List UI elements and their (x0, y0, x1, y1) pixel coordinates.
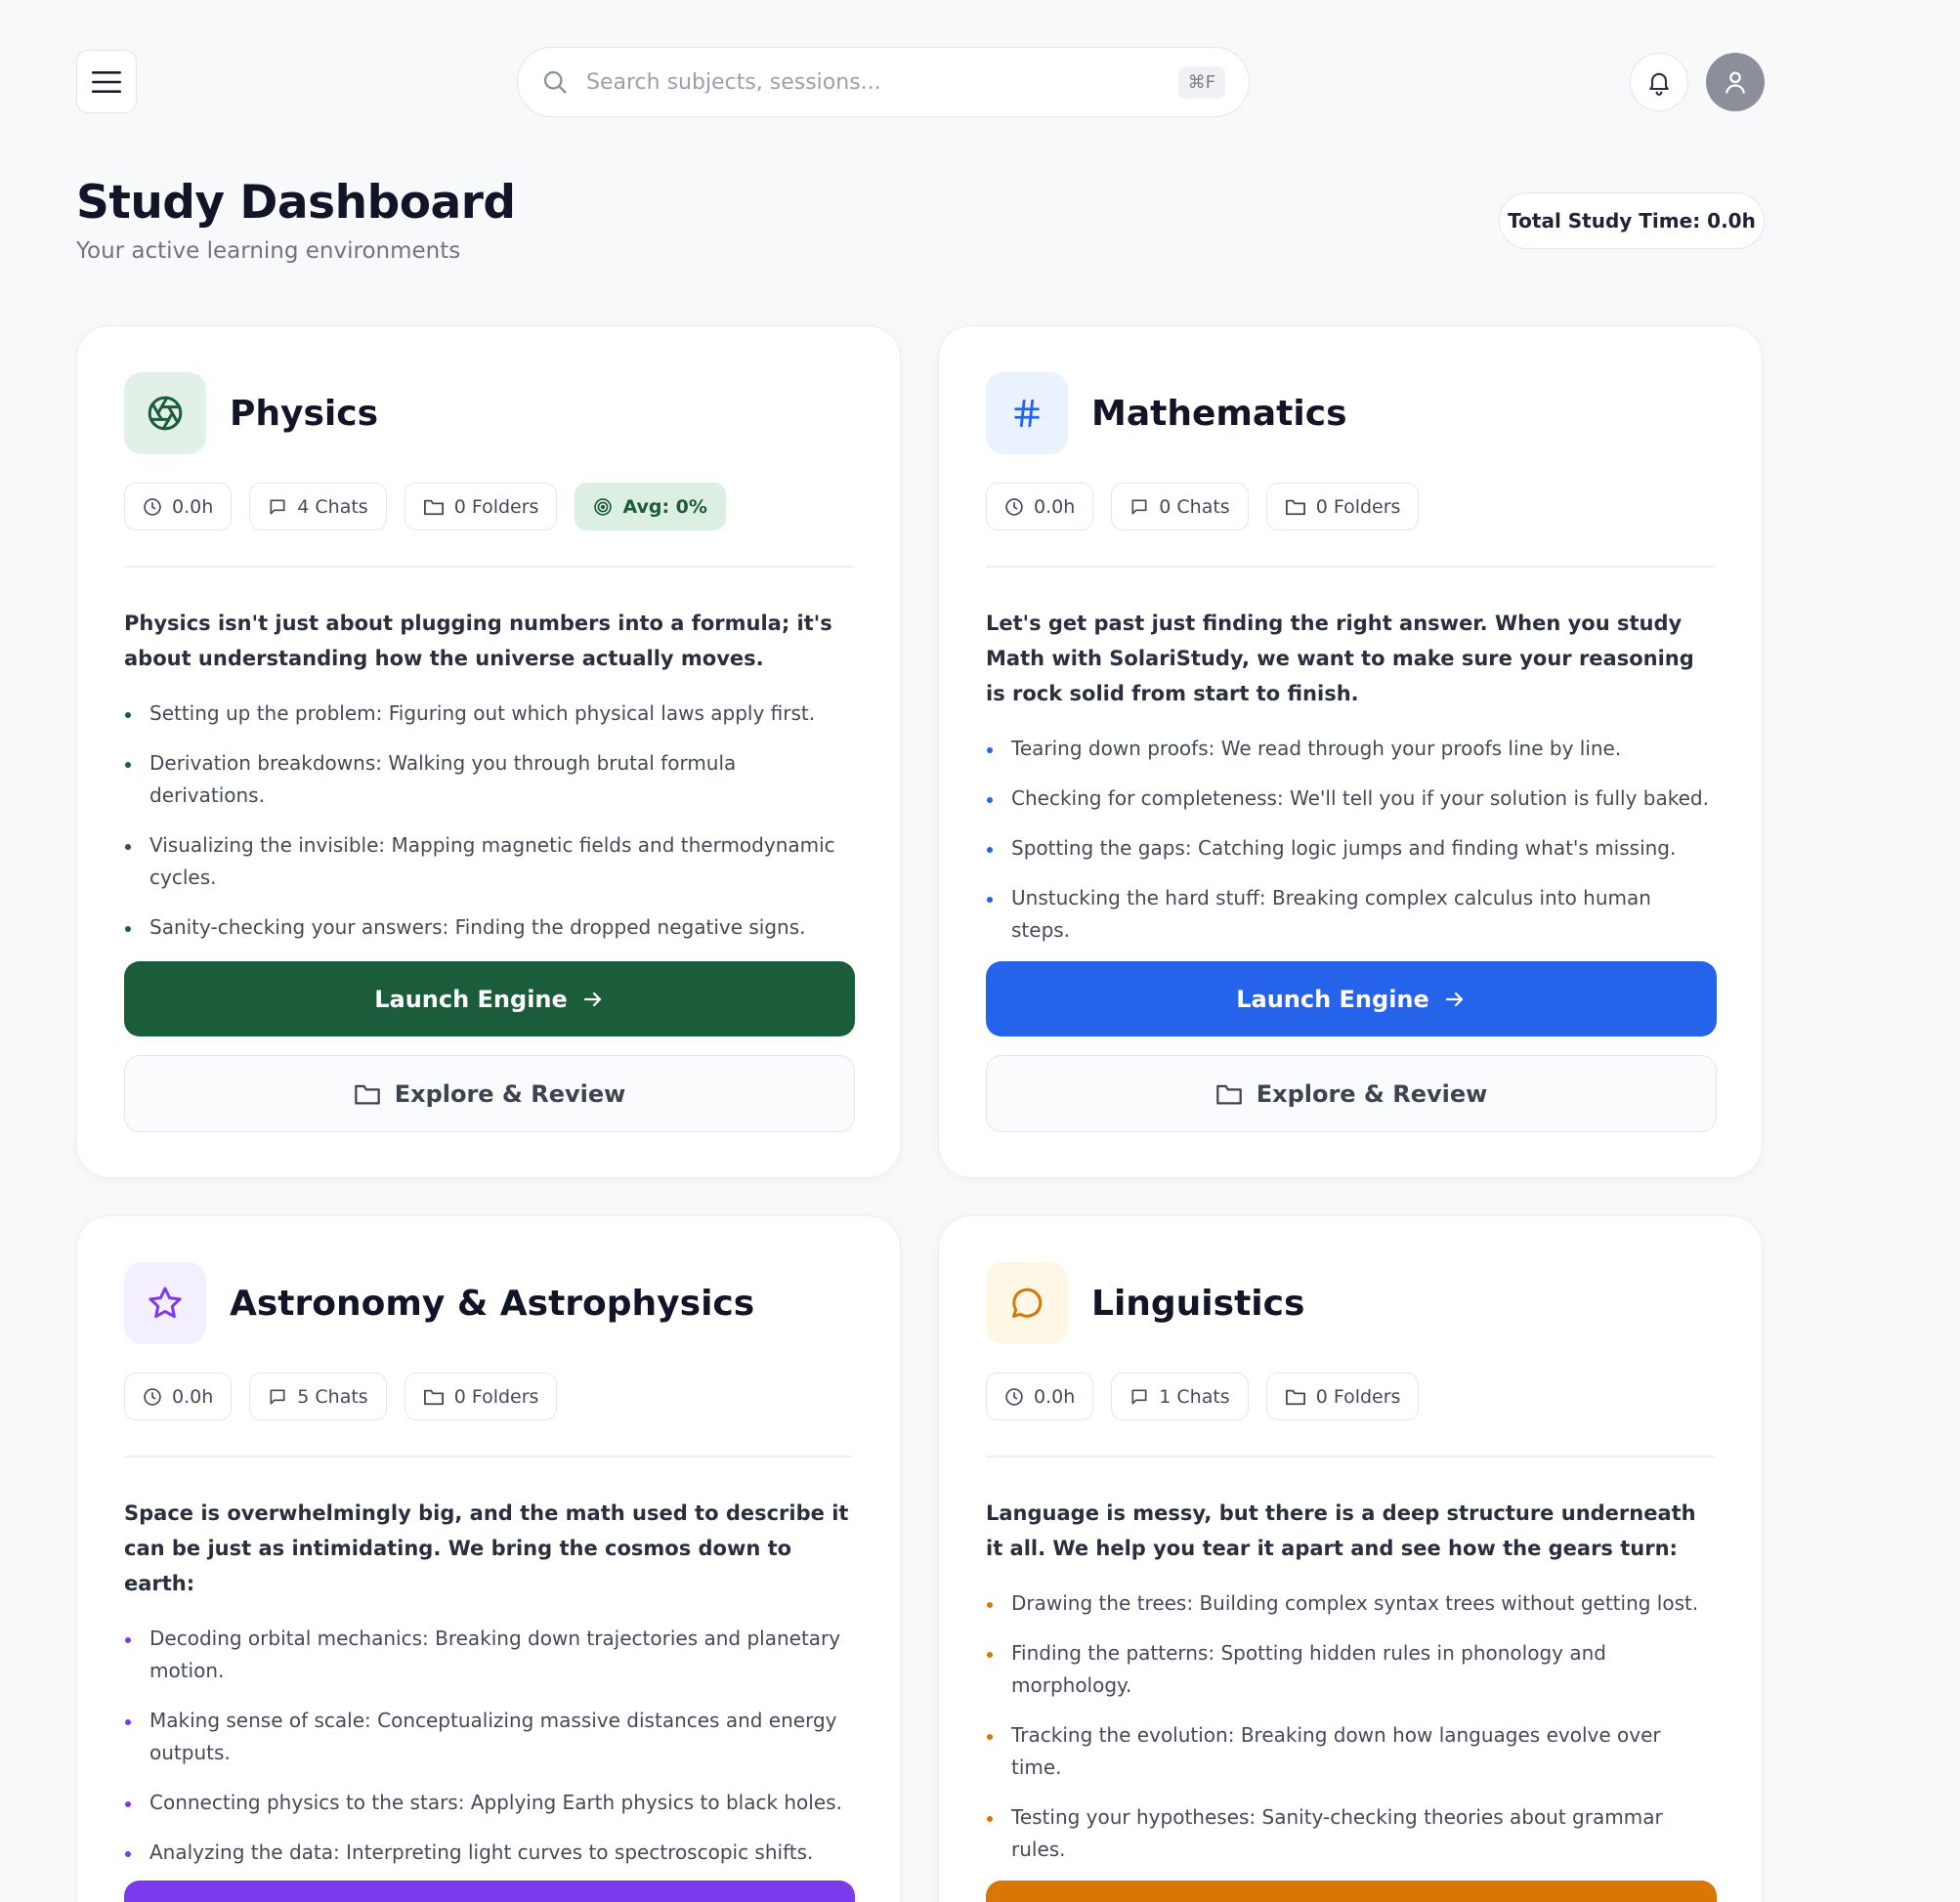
feature-list: Setting up the problem: Figuring out whi… (124, 697, 853, 944)
study-hours-stat: 0.0h (986, 483, 1094, 530)
subject-title: Mathematics (1091, 393, 1347, 434)
star-icon (124, 1262, 206, 1344)
list-item: Visualizing the invisible: Mapping magne… (124, 829, 853, 894)
list-item: Setting up the problem: Figuring out whi… (124, 697, 853, 730)
launch-engine-button[interactable] (124, 1881, 855, 1902)
notifications-button[interactable] (1630, 53, 1688, 111)
arrow-right-icon (583, 992, 601, 1006)
explore-review-button[interactable]: Explore & Review (124, 1055, 855, 1132)
list-item: Testing your hypotheses: Sanity-checking… (986, 1801, 1715, 1866)
hash-icon (986, 372, 1068, 454)
list-item: Analyzing the data: Interpreting light c… (124, 1837, 853, 1869)
hamburger-menu-button[interactable] (76, 50, 137, 113)
target-icon (594, 497, 613, 516)
subject-title: Physics (230, 393, 379, 434)
aperture-icon (124, 372, 206, 454)
chats-stat: 0 Chats (1111, 483, 1249, 530)
user-avatar-button[interactable] (1706, 53, 1765, 111)
search-bar[interactable]: ⌘F (517, 47, 1250, 117)
folder-icon (1285, 499, 1305, 515)
list-item: Spotting the gaps: Catching logic jumps … (986, 832, 1715, 865)
chats-stat: 4 Chats (249, 483, 387, 530)
list-item: Tearing down proofs: We read through you… (986, 733, 1715, 765)
folders-stat: 0 Folders (404, 1373, 558, 1420)
search-input[interactable] (586, 69, 1178, 95)
clock-icon (1005, 497, 1023, 516)
list-item: Decoding orbital mechanics: Breaking dow… (124, 1623, 853, 1687)
subject-card-linguistics: Linguistics 0.0h 1 Chats 0 Folders Langu… (938, 1215, 1763, 1902)
feature-list: Tearing down proofs: We read through you… (986, 733, 1715, 947)
speech-bubble-icon (986, 1262, 1068, 1344)
total-study-time-badge: Total Study Time: 0.0h (1499, 192, 1765, 249)
card-divider (986, 1456, 1715, 1458)
feature-list: Drawing the trees: Building complex synt… (986, 1587, 1715, 1866)
list-item: Drawing the trees: Building complex synt… (986, 1587, 1715, 1620)
chat-icon (1131, 499, 1147, 514)
card-divider (124, 1456, 853, 1458)
subject-title: Linguistics (1091, 1283, 1305, 1324)
chat-icon (270, 499, 285, 514)
subject-card-physics: Physics 0.0h 4 Chats 0 Folders Avg: 0% P… (76, 325, 901, 1178)
subject-title: Astronomy & Astrophysics (230, 1283, 755, 1324)
clock-icon (144, 1387, 161, 1406)
list-item: Sanity-checking your answers: Finding th… (124, 911, 853, 944)
search-icon (541, 68, 569, 96)
subject-intro: Let's get past just finding the right an… (986, 611, 1694, 705)
subject-card-mathematics: Mathematics 0.0h 0 Chats 0 Folders Let's… (938, 325, 1763, 1178)
subject-intro: Space is overwhelmingly big, and the mat… (124, 1500, 849, 1595)
study-hours-stat: 0.0h (124, 483, 233, 530)
dashboard-page: ⌘F Study Dashboard Your active learning … (0, 0, 1960, 1902)
bell-icon (1649, 72, 1669, 96)
folder-icon (354, 1084, 380, 1104)
page-subtitle: Your active learning environments (76, 238, 461, 264)
average-score-stat: Avg: 0% (575, 483, 726, 530)
subject-intro: Language is messy, but there is a deep s… (986, 1500, 1696, 1560)
chats-stat: 1 Chats (1111, 1373, 1249, 1420)
feature-list: Decoding orbital mechanics: Breaking dow… (124, 1623, 853, 1869)
study-hours-stat: 0.0h (986, 1373, 1094, 1420)
folder-icon (1215, 1084, 1242, 1104)
page-title: Study Dashboard (76, 176, 516, 230)
arrow-right-icon (1445, 992, 1463, 1006)
list-item: Finding the patterns: Spotting hidden ru… (986, 1637, 1715, 1702)
search-shortcut-badge: ⌘F (1177, 65, 1225, 99)
folder-icon (423, 1389, 444, 1405)
launch-engine-button[interactable]: Launch Engine (986, 961, 1717, 1036)
folders-stat: 0 Folders (1265, 483, 1420, 530)
clock-icon (1005, 1387, 1023, 1406)
list-item: Tracking the evolution: Breaking down ho… (986, 1719, 1715, 1784)
launch-engine-button[interactable]: Launch Engine (124, 961, 855, 1036)
subject-card-astronomy: Astronomy & Astrophysics 0.0h 5 Chats 0 … (76, 1215, 901, 1902)
explore-review-button[interactable]: Explore & Review (986, 1055, 1717, 1132)
card-divider (986, 566, 1715, 568)
list-item: Checking for completeness: We'll tell yo… (986, 782, 1715, 815)
folders-stat: 0 Folders (404, 483, 558, 530)
list-item: Unstucking the hard stuff: Breaking comp… (986, 882, 1715, 947)
folders-stat: 0 Folders (1265, 1373, 1420, 1420)
hamburger-icon (92, 70, 121, 93)
launch-engine-button[interactable] (986, 1881, 1717, 1902)
list-item: Making sense of scale: Conceptualizing m… (124, 1705, 853, 1769)
chat-icon (1131, 1389, 1147, 1404)
study-hours-stat: 0.0h (124, 1373, 233, 1420)
subject-intro: Physics isn't just about plugging number… (124, 611, 832, 670)
clock-icon (144, 497, 161, 516)
folder-icon (1285, 1389, 1305, 1405)
list-item: Connecting physics to the stars: Applyin… (124, 1787, 853, 1819)
user-icon (1726, 71, 1745, 94)
chat-icon (270, 1389, 285, 1404)
card-divider (124, 566, 853, 568)
chats-stat: 5 Chats (249, 1373, 387, 1420)
list-item: Derivation breakdowns: Walking you throu… (124, 747, 853, 812)
folder-icon (423, 499, 444, 515)
